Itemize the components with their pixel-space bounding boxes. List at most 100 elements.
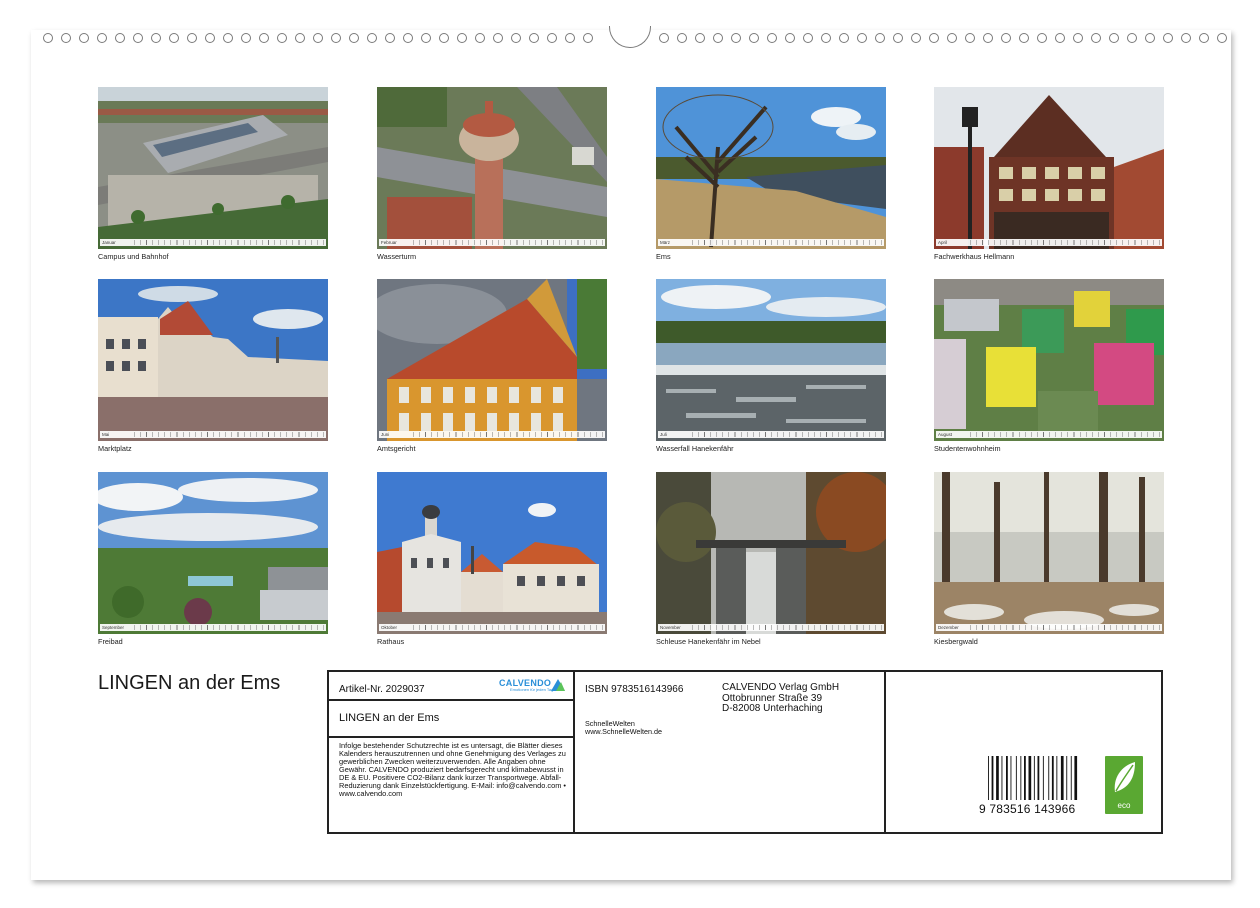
binding-ring — [385, 33, 395, 43]
month-tile-march: März Ems — [656, 87, 886, 261]
divider — [884, 672, 886, 832]
photo-caption: Freibad — [98, 637, 123, 646]
calendar-title: LINGEN an der Ems — [98, 672, 281, 694]
month-tile-june: Juni Amtsgericht — [377, 279, 607, 453]
binding-ring — [947, 33, 957, 43]
binding-ring — [1127, 33, 1137, 43]
month-tile-december: Dezember Kiesbergwald — [934, 472, 1164, 646]
verlag-name: CALVENDO Verlag GmbH — [722, 682, 840, 693]
day-grid — [134, 240, 326, 245]
barcode-bar — [1024, 756, 1026, 800]
binding-ring — [133, 33, 143, 43]
binding-ring — [241, 33, 251, 43]
day-grid — [970, 625, 1162, 630]
photo-caption: Marktplatz — [98, 444, 132, 453]
month-tile-january: Januar Campus und Bahnhof — [98, 87, 328, 261]
binding-ring — [1109, 33, 1119, 43]
month-label: Oktober — [381, 625, 398, 630]
photo-kiesbergwald: Dezember — [934, 472, 1164, 634]
photo-caption: Wasserfall Hanekenfähr — [656, 444, 734, 453]
binding-ring — [115, 33, 125, 43]
photo-freibad: September — [98, 472, 328, 634]
imprint-title: LINGEN an der Ems — [339, 712, 440, 724]
photo-caption: Studentenwohnheim — [934, 444, 1001, 453]
binding-ring — [313, 33, 323, 43]
month-label: Juni — [381, 432, 390, 437]
barcode-bar — [1006, 756, 1008, 800]
day-grid — [970, 432, 1162, 437]
divider — [329, 736, 573, 738]
binding-ring — [493, 33, 503, 43]
binding-ring — [403, 33, 413, 43]
barcode-bar — [1051, 756, 1054, 800]
binding-ring — [295, 33, 305, 43]
month-label: Januar — [102, 240, 116, 245]
photo-schleuse-hanekenfaehr-im-nebel: November — [656, 472, 886, 634]
photo-campus-und-bahnhof: Januar — [98, 87, 328, 249]
binding-ring — [277, 33, 287, 43]
imprint-box: Artikel-Nr. 2029037 CALVENDO Emotionen f… — [327, 670, 1163, 834]
binding-ring — [187, 33, 197, 43]
isbn: ISBN 9783516143966 — [585, 684, 684, 695]
photo-caption: Wasserturm — [377, 252, 417, 261]
binding-ring — [911, 33, 921, 43]
binding-ring — [79, 33, 89, 43]
binding-ring — [1073, 33, 1083, 43]
binding-ring — [61, 33, 71, 43]
binding-ring — [965, 33, 975, 43]
photo-caption: Amtsgericht — [377, 444, 416, 453]
barcode-bar — [1037, 756, 1040, 800]
photo-wasserturm: Februar — [377, 87, 607, 249]
photo-caption: Fachwerkhaus Hellmann — [934, 252, 1015, 261]
day-grid — [413, 625, 605, 630]
month-tile-august: August Studentenwohnheim — [934, 279, 1164, 453]
month-label: April — [938, 240, 948, 245]
binding-ring — [547, 33, 557, 43]
binding-ring — [529, 33, 539, 43]
barcode-bar — [1015, 756, 1017, 800]
binding-ring — [43, 33, 53, 43]
binding-ring — [785, 33, 795, 43]
month-tile-february: Februar Wasserturm — [377, 87, 607, 261]
photo-caption: Ems — [656, 252, 671, 261]
photo-marktplatz: Mai — [98, 279, 328, 441]
leaf-icon — [1114, 762, 1135, 792]
photo-caption: Kiesbergwald — [934, 637, 978, 646]
barcode-bar — [1048, 756, 1050, 800]
binding-ring — [677, 33, 687, 43]
verlag-city: D-82008 Unterhaching — [722, 703, 823, 714]
month-label: Dezember — [938, 625, 959, 630]
month-label: Mai — [102, 432, 110, 437]
photo-caption: Schleuse Hanekenfähr im Nebel — [656, 637, 761, 646]
day-grid — [134, 432, 326, 437]
binding-ring — [749, 33, 759, 43]
binding-ring — [857, 33, 867, 43]
binding-ring — [151, 33, 161, 43]
binding-ring — [695, 33, 705, 43]
legal-notice: Infolge bestehender Schutzrechte ist es … — [339, 741, 566, 798]
month-tile-july: Juli Wasserfall Hanekenfähr — [656, 279, 886, 453]
binding-ring — [475, 33, 485, 43]
eco-badge: eco — [1105, 756, 1143, 814]
day-grid — [134, 625, 326, 630]
binding-ring — [893, 33, 903, 43]
barcode-bar — [1001, 756, 1003, 800]
barcode-number: 9 783516 143966 — [979, 802, 1076, 816]
photo-caption: Campus und Bahnhof — [98, 252, 169, 261]
binding-ring — [839, 33, 849, 43]
publisher-address: CALVENDO Verlag GmbH Ottobrunner Straße … — [722, 682, 840, 715]
divider — [329, 699, 573, 701]
publisher-credit: SchnelleWelten www.SchnelleWelten.de — [585, 720, 662, 736]
day-grid — [692, 432, 884, 437]
eco-label: eco — [1117, 801, 1131, 810]
photo-wasserfall-hanekenfaehr: Juli — [656, 279, 886, 441]
month-label: Februar — [381, 240, 397, 245]
binding-ring — [1163, 33, 1173, 43]
binding-ring — [1217, 33, 1227, 43]
photo-rathaus: Oktober — [377, 472, 607, 634]
month-label: November — [660, 625, 681, 630]
binding-ring — [929, 33, 939, 43]
photo-fachwerkhaus-hellmann: April — [934, 87, 1164, 249]
spiral-binding — [31, 26, 1231, 48]
day-grid — [413, 432, 605, 437]
